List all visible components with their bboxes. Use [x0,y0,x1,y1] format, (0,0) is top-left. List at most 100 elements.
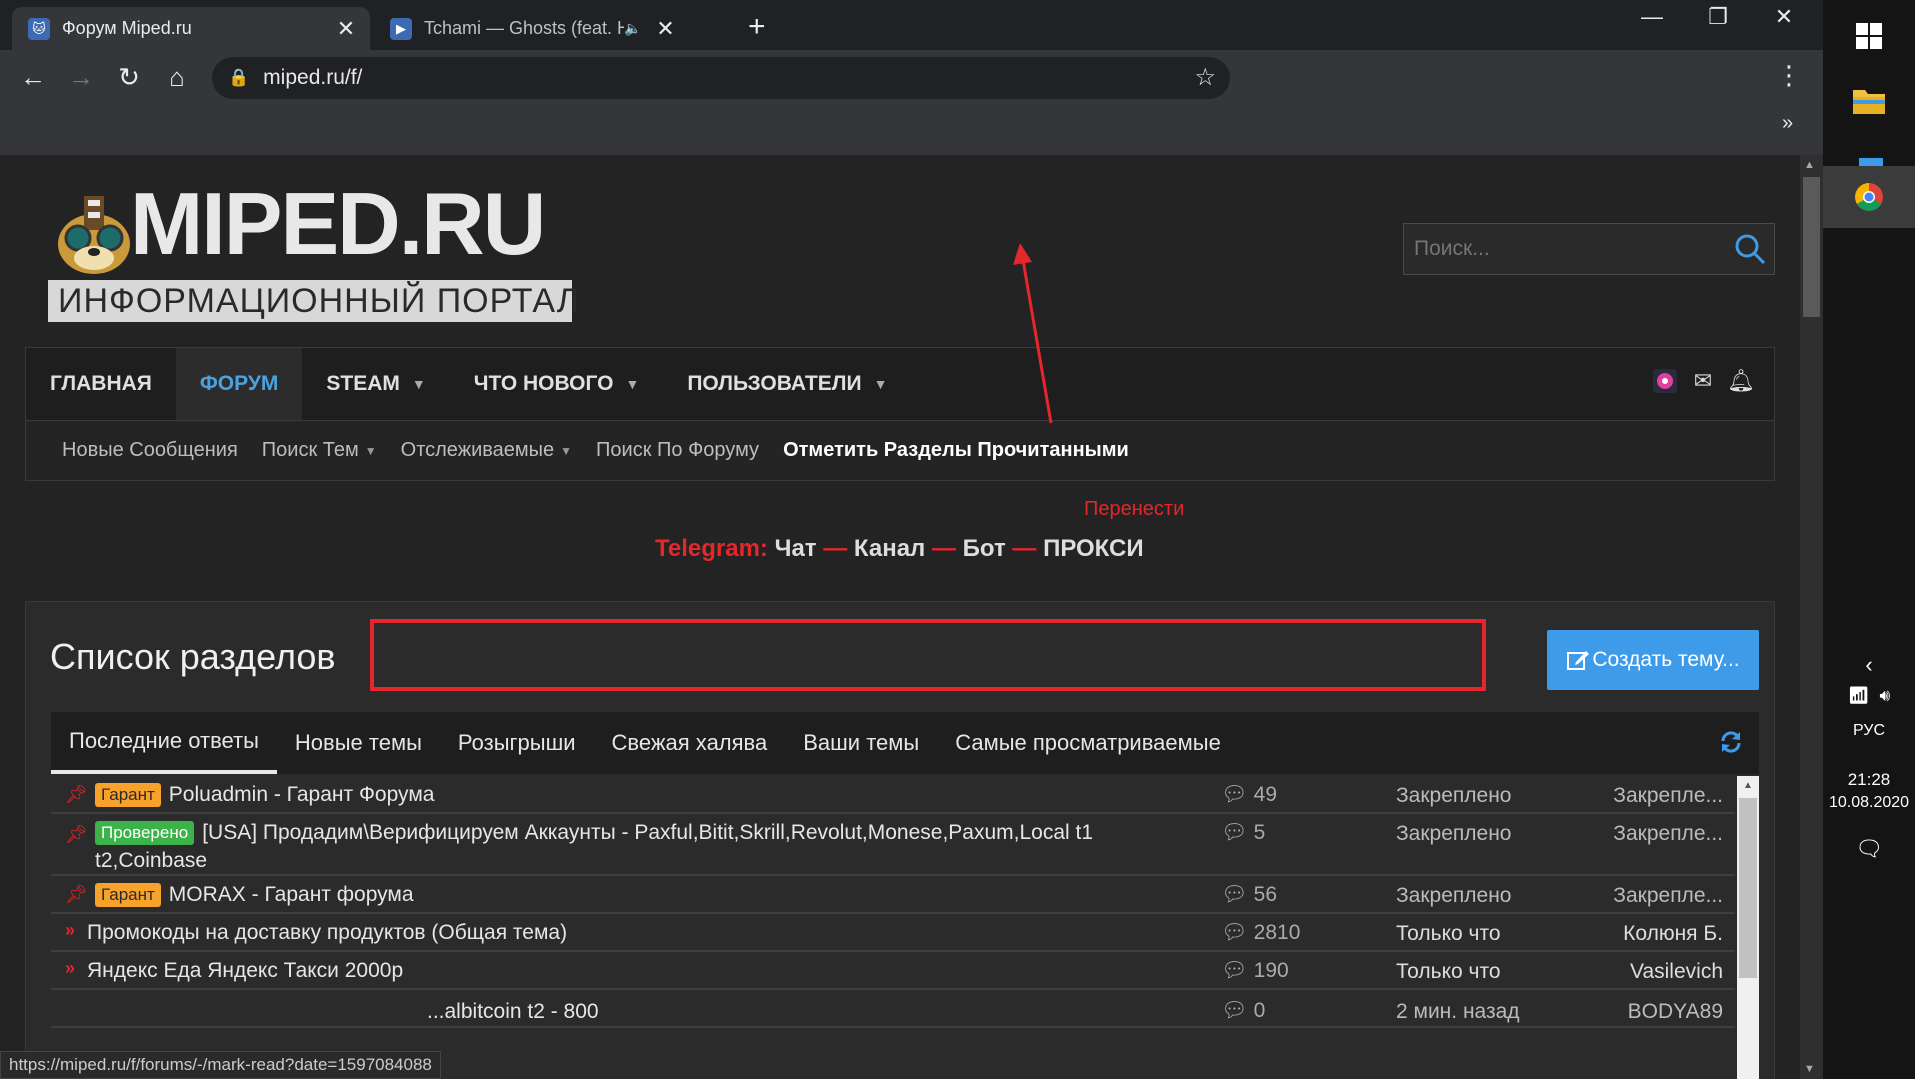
table-row[interactable]: 📌︎ Гарант MORAX - Гарант форума 💬︎ 56 Закр… [51,876,1735,914]
close-window-button[interactable]: ✕ [1754,4,1814,30]
thread-title[interactable]: Проверено [USA] Продадим\Верифицируем Акк… [95,819,1095,875]
telegram-bot-link[interactable]: Бот [963,535,1006,562]
thread-title[interactable]: Гарант MORAX - Гарант форума [95,881,1095,909]
wifi-icon[interactable]: 📶︎ [1848,686,1870,706]
tab-giveaways[interactable]: Розыгрыши [440,712,594,774]
replies-value: 49 [1253,783,1278,806]
replies-value: 0 [1253,999,1266,1022]
browser-menu-icon[interactable]: ⋮ [1776,60,1802,91]
replies-count: 💬︎ 56 [1221,883,1277,907]
bookmark-star-icon[interactable]: ☆ [1194,63,1216,92]
back-icon[interactable]: ← [16,62,50,93]
table-row[interactable]: ...albitcoin t2 - 800 💬︎ 0 2 мин. назад B… [51,990,1735,1028]
tab-freebies[interactable]: Свежая халява [594,712,786,774]
new-tab-button[interactable]: + [748,10,766,44]
last-poster[interactable]: Колюня Б. [1603,922,1723,946]
language-indicator[interactable]: РУС [1823,722,1915,740]
thread-title[interactable]: Гарант Poluadmin - Гарант Форума [95,781,1095,809]
refresh-icon[interactable] [1719,730,1743,759]
thread-title-text: Poluadmin - Гарант Форума [168,783,435,806]
scrollbar-thumb[interactable] [1739,798,1757,978]
last-reply-time: Закреплено [1396,884,1512,907]
pin-icon: 📌︎ [65,824,88,844]
last-reply-time: Только что [1396,922,1501,945]
replies-value: 190 [1253,959,1289,982]
replies-value: 2810 [1253,921,1301,944]
table-row[interactable]: » Яндекс Еда Яндекс Такси 2000р 💬︎ 190 То… [51,952,1735,990]
tab-close-icon[interactable]: ✕ [334,16,358,42]
scroll-down-icon[interactable]: ▼ [1804,1063,1815,1075]
page-title: Список разделов [50,636,336,677]
comments-icon: 💬︎ [1221,883,1248,906]
notifications-icon[interactable]: 🗨︎ [1823,836,1915,862]
page-scrollbar[interactable]: ▲ ▼ [1800,155,1823,1079]
table-row[interactable]: 📌︎ Проверено [USA] Продадим\Верифицируем … [51,814,1735,876]
tab-new-threads[interactable]: Новые темы [277,712,440,774]
last-poster[interactable]: BODYA89 [1603,1000,1723,1024]
tab-title: Форум Miped.ru [62,18,192,38]
scrollbar-thumb[interactable] [1803,177,1820,317]
thread-title[interactable]: Яндекс Еда Яндекс Такси 2000р [87,957,1095,985]
replies-count: 💬︎ 2810 [1221,921,1300,945]
comments-icon: 💬︎ [1221,783,1248,806]
url-text: miped.ru/f/ [263,66,363,89]
tab-strip: 🐱 Форум Miped.ru ✕ ▶ Tchami — Ghosts (fe… [0,0,1823,50]
telegram-links: Telegram: Чат — Канал — Бот — ПРОКСИ [655,535,1144,563]
scroll-up-icon[interactable]: ▲ [1804,159,1815,171]
table-row[interactable]: 📌︎ Гарант Poluadmin - Гарант Форума 💬︎ 49 … [51,776,1735,814]
thread-title[interactable]: ...albitcoin t2 - 800 [427,998,1095,1026]
thread-list-scrollbar[interactable]: ▲ [1737,776,1759,1079]
forum-panel: Список разделов Создать тему... Последни… [25,601,1775,1079]
windows-start-icon[interactable] [1823,0,1915,72]
comments-icon: 💬︎ [1221,921,1248,944]
thread-tabs: Последние ответы Новые темы Розыгрыши Св… [51,712,1759,774]
last-poster[interactable]: Закрепле... [1603,822,1723,846]
audio-icon[interactable]: 🔈 [624,20,641,37]
scroll-up-icon[interactable]: ▲ [1743,780,1753,791]
forward-icon[interactable]: → [64,62,98,93]
restore-button[interactable]: ❐ [1688,4,1748,30]
bookmarks-overflow-icon[interactable]: » [1782,112,1793,135]
last-poster[interactable]: Vasilevich [1603,960,1723,984]
tab-your-threads[interactable]: Ваши темы [785,712,937,774]
last-reply-time: Закреплено [1396,822,1512,845]
pin-icon: 📌︎ [65,784,88,804]
replies-value: 56 [1253,883,1278,906]
thread-title-text: [USA] Продадим\Верифицируем Аккаунты - P… [95,821,1094,872]
comments-icon: 💬︎ [1221,999,1248,1022]
lock-icon: 🔒 [228,68,250,87]
status-badge: Гарант [95,783,161,807]
tab-latest-replies[interactable]: Последние ответы [51,712,277,774]
create-thread-button[interactable]: Создать тему... [1547,630,1759,690]
tab-most-viewed[interactable]: Самые просматриваемые [937,712,1239,774]
hot-chevron-icon: » [65,958,76,978]
thread-title[interactable]: Промокоды на доставку продуктов (Общая т… [87,919,1095,947]
reload-icon[interactable]: ↻ [112,62,146,93]
chrome-icon[interactable] [1823,166,1915,228]
telegram-proxy-link[interactable]: ПРОКСИ [1043,535,1144,562]
annotation-text: Перенести [1084,498,1185,520]
clock-date[interactable]: 10.08.2020 [1823,794,1915,812]
minimize-button[interactable]: — [1622,4,1682,30]
volume-icon[interactable]: 🔊︎ [1879,686,1890,706]
telegram-channel-link[interactable]: Канал [854,535,925,562]
last-poster[interactable]: Закрепле... [1603,784,1723,808]
browser-window: 🐱 Форум Miped.ru ✕ ▶ Tchami — Ghosts (fe… [0,0,1823,1079]
thread-title-text: MORAX - Гарант форума [168,883,414,906]
comments-icon: 💬︎ [1221,959,1248,982]
last-reply-time: Только что [1396,960,1501,983]
home-icon[interactable]: ⌂ [160,62,194,93]
last-poster[interactable]: Закрепле... [1603,884,1723,908]
address-bar[interactable]: 🔒 miped.ru/f/ ☆ [212,57,1230,99]
telegram-chat-link[interactable]: Чат [775,535,817,562]
tab-miped[interactable]: 🐱 Форум Miped.ru ✕ [12,7,370,50]
clock-time[interactable]: 21:28 [1823,770,1915,790]
hot-chevron-icon: » [65,920,76,940]
separator: — [931,535,956,562]
file-explorer-icon[interactable] [1823,64,1915,136]
tray-expand-icon[interactable]: ‹ [1823,652,1915,678]
tab-tchami[interactable]: ▶ Tchami — Ghosts (feat. Hana 🔈 ✕ [376,7,720,50]
replies-value: 5 [1253,821,1266,844]
tab-close-icon[interactable]: ✕ [653,16,677,42]
table-row[interactable]: » Промокоды на доставку продуктов (Общая… [51,914,1735,952]
